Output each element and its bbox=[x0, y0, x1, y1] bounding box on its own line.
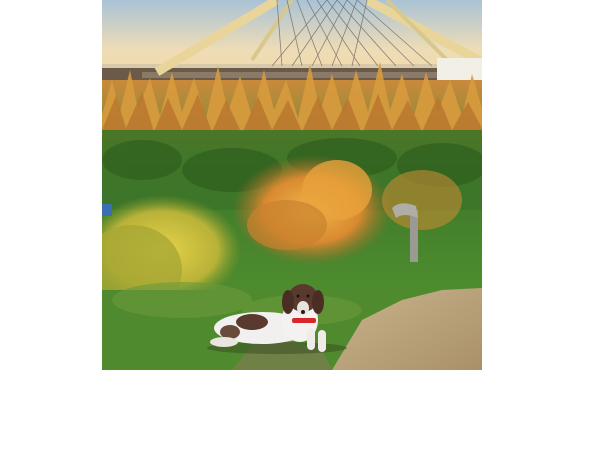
photo-scene bbox=[102, 0, 482, 370]
blue-post bbox=[102, 204, 112, 216]
photo bbox=[102, 0, 482, 370]
page bbox=[0, 0, 600, 450]
